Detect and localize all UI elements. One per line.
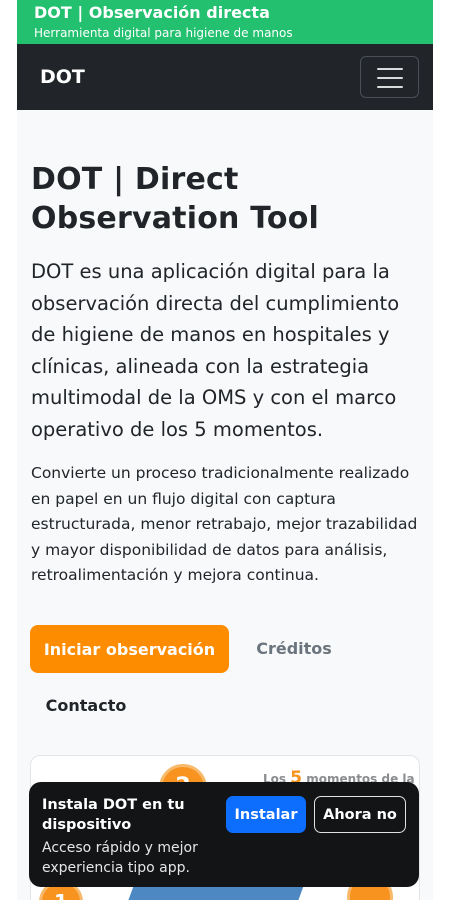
hamburger-menu-icon (377, 86, 403, 88)
navbar-brand[interactable]: DOT (40, 65, 85, 89)
hamburger-menu-icon (377, 77, 403, 79)
contact-link[interactable]: Contacto (30, 682, 142, 730)
hero-lead: DOT es una aplicación digital para la ob… (31, 260, 400, 441)
top-banner: DOT | Observación directa Herramienta di… (17, 0, 433, 44)
page: DOT | Observación directa Herramienta di… (17, 0, 433, 900)
hamburger-menu-icon (377, 68, 403, 70)
navbar: DOT (17, 44, 433, 110)
hero-section: DOT | Direct Observation Tool DOT es una… (31, 160, 425, 589)
start-observation-button[interactable]: Iniciar observación (30, 625, 229, 673)
install-title: Instala DOT en tu dispositivo (42, 797, 185, 833)
hero-paragraph: Convierte un proceso tradicionalmente re… (31, 464, 418, 584)
install-subtitle: Acceso rápido y mejor experiencia tipo a… (42, 840, 198, 876)
install-prompt: Instala DOT en tu dispositivo Acceso ráp… (29, 782, 419, 887)
page-title: DOT | Direct Observation Tool (31, 162, 319, 236)
dismiss-install-button[interactable]: Ahora no (314, 796, 406, 833)
credits-link[interactable]: Créditos (249, 625, 339, 673)
banner-title: DOT | Observación directa (34, 3, 270, 22)
banner-subtitle: Herramienta digital para higiene de mano… (34, 26, 293, 40)
navbar-toggle-button[interactable] (360, 56, 419, 98)
install-button[interactable]: Instalar (226, 796, 306, 833)
